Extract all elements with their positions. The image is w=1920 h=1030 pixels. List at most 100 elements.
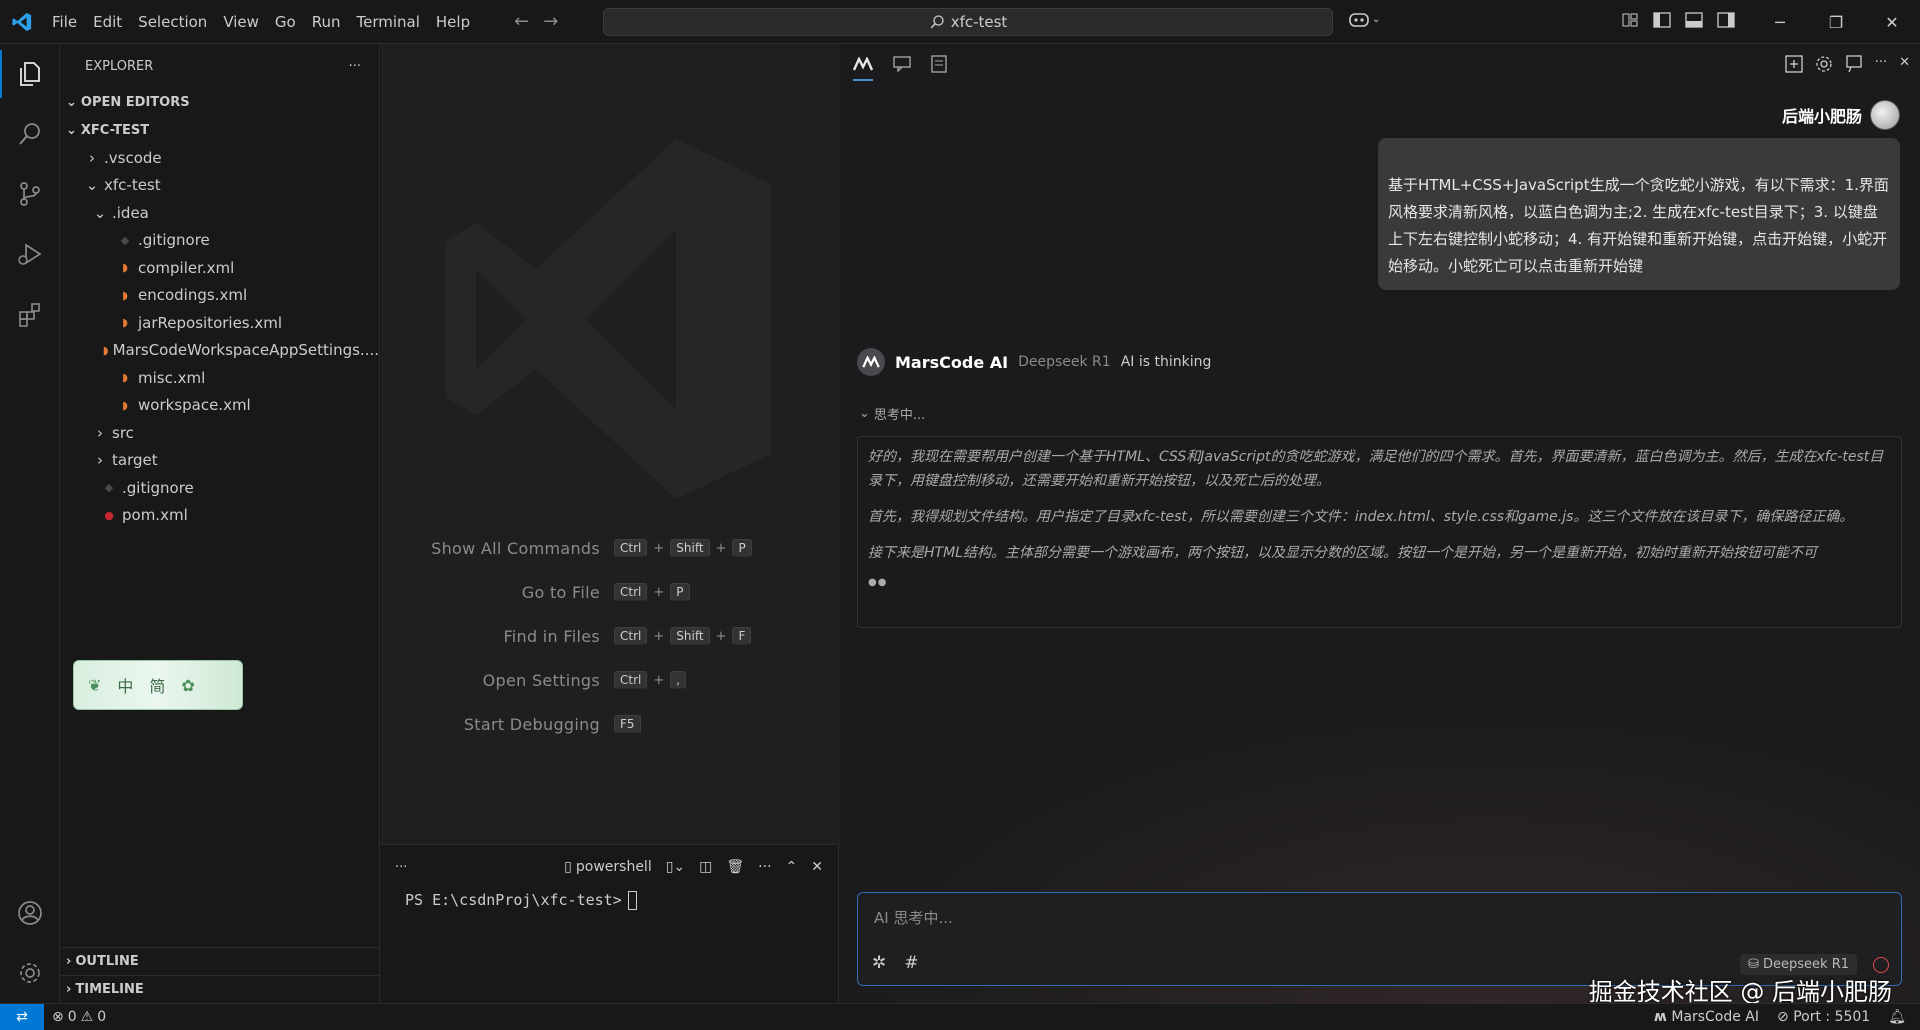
shortcut-label: Find in Files	[503, 626, 600, 646]
stop-generation-button[interactable]	[1873, 957, 1889, 973]
run-and-debug-icon[interactable]	[0, 224, 60, 284]
marscode-status[interactable]: ʍ MarsCode AI	[1654, 1009, 1759, 1025]
marscode-tab-icon[interactable]	[852, 56, 874, 81]
restore-icon[interactable]: ❐	[1808, 0, 1864, 44]
terminal-prompt-line[interactable]: PS E:\csdnProj\xfc-test>	[381, 891, 837, 910]
panel-more-icon[interactable]: ···	[395, 860, 407, 875]
avatar	[1870, 100, 1900, 130]
open-editors-section[interactable]: ⌄ OPEN EDITORS	[60, 88, 379, 116]
extensions-icon[interactable]	[0, 284, 60, 344]
shortcut-label: Open Settings	[482, 670, 600, 690]
menu-run[interactable]: Run	[304, 8, 349, 36]
split-terminal-icon[interactable]: ◫	[699, 859, 712, 875]
new-chat-icon[interactable]	[1785, 55, 1803, 77]
menu-selection[interactable]: Selection	[130, 8, 215, 36]
project-section[interactable]: ⌄ XFC-TEST	[60, 116, 379, 144]
tree-item[interactable]: ⌄ .idea	[60, 199, 379, 227]
ai-more-icon[interactable]: ···	[1875, 55, 1887, 77]
tree-item[interactable]: ◗ misc.xml	[60, 364, 379, 392]
tree-item[interactable]: ● pom.xml	[60, 502, 379, 530]
tree-item[interactable]: › .vscode	[60, 144, 379, 172]
problems-indicator[interactable]: ⊗ 0 ⚠ 0	[44, 1009, 106, 1025]
assistant-status: AI is thinking	[1120, 354, 1212, 370]
builder-tab-icon[interactable]	[931, 55, 947, 77]
thinking-toggle[interactable]: ⌄ 思考中...	[859, 404, 925, 423]
keybinding-key: ,	[670, 671, 687, 689]
tree-item[interactable]: ◆ .gitignore	[60, 227, 379, 255]
menu-edit[interactable]: Edit	[85, 8, 130, 36]
tree-item[interactable]: ◗ workspace.xml	[60, 392, 379, 420]
close-ai-panel-icon[interactable]: ✕	[1899, 55, 1910, 77]
terminal-shell-label[interactable]: powershell	[576, 859, 652, 875]
notifications-bell-icon[interactable]: 🔔︎	[1888, 1009, 1906, 1025]
shortcut-row[interactable]: Open Settings Ctrl +,	[381, 658, 837, 702]
minimize-icon[interactable]: ─	[1752, 0, 1808, 44]
kill-terminal-icon[interactable]: 🗑	[726, 859, 744, 875]
user-header: 后端小肥肠	[1782, 100, 1900, 130]
status-bar: ⇄ ⊗ 0 ⚠ 0 ʍ MarsCode AI ⊘ Port : 5501 🔔︎	[0, 1003, 1920, 1030]
tree-item[interactable]: › src	[60, 419, 379, 447]
remote-indicator-icon[interactable]: ⇄	[0, 1003, 44, 1030]
shortcut-row[interactable]: Go to File Ctrl + P	[381, 570, 837, 614]
menu-go[interactable]: Go	[267, 8, 304, 36]
command-center-search[interactable]: xfc-test	[603, 8, 1333, 36]
tree-item[interactable]: › target	[60, 447, 379, 475]
outline-section[interactable]: › OUTLINE	[60, 947, 380, 975]
search-icon[interactable]	[0, 104, 60, 164]
close-panel-icon[interactable]: ✕	[811, 859, 823, 875]
account-icon[interactable]	[0, 883, 60, 943]
chevron-down-icon: ⌄	[93, 203, 107, 222]
model-pill-label: Deepseek R1	[1763, 957, 1849, 972]
project-label: XFC-TEST	[80, 122, 150, 138]
toggle-secondary-sidebar-icon[interactable]	[1716, 10, 1736, 30]
customize-layout-icon[interactable]	[1620, 10, 1640, 30]
tree-item[interactable]: ⌄ xfc-test	[60, 172, 379, 200]
menu-terminal[interactable]: Terminal	[349, 8, 428, 36]
tree-item[interactable]: ◗ jarRepositories.xml	[60, 309, 379, 337]
tree-item[interactable]: ◆ .gitignore	[60, 474, 379, 502]
timeline-label: TIMELINE	[75, 982, 144, 997]
maximize-panel-icon[interactable]: ⌃	[786, 859, 798, 875]
timeline-section[interactable]: › TIMELINE	[60, 975, 380, 1003]
terminal-cursor	[627, 891, 637, 910]
shortcut-row[interactable]: Start Debugging F5	[381, 702, 837, 746]
history-icon[interactable]	[1845, 55, 1863, 77]
explorer-icon[interactable]	[0, 44, 60, 104]
hash-icon[interactable]: #	[904, 953, 918, 973]
warning-count: 0	[97, 1009, 107, 1025]
tree-item[interactable]: ◗ encodings.xml	[60, 282, 379, 310]
toggle-panel-icon[interactable]	[1684, 10, 1704, 30]
chat-tab-icon[interactable]	[893, 56, 911, 76]
menu-file[interactable]: File	[44, 8, 85, 36]
tree-item[interactable]: ◗ compiler.xml	[60, 254, 379, 282]
sparkle-icon[interactable]: ✲	[872, 953, 886, 973]
ai-settings-icon[interactable]	[1815, 55, 1833, 77]
explorer-sidebar: EXPLORER ··· ⌄ OPEN EDITORS ⌄ XFC-TEST ›…	[60, 44, 380, 1003]
panel-overflow-icon[interactable]: ···	[758, 859, 771, 875]
new-terminal-icon[interactable]: ▯⌄	[666, 859, 685, 875]
source-control-icon[interactable]	[0, 164, 60, 224]
menu-help[interactable]: Help	[428, 8, 478, 36]
copilot-button[interactable]: ⌄	[1348, 10, 1380, 28]
ime-char-jian: 简	[149, 677, 166, 696]
plus-sign: +	[653, 584, 665, 600]
tree-item[interactable]: ◗ MarsCodeWorkspaceAppSettings....	[60, 337, 379, 365]
close-window-icon[interactable]: ✕	[1864, 0, 1920, 44]
back-arrow-icon[interactable]: ←	[514, 11, 529, 32]
error-count: 0	[67, 1009, 77, 1025]
explorer-more-icon[interactable]: ···	[349, 59, 361, 74]
tree-item-label: workspace.xml	[138, 396, 251, 415]
menu-view[interactable]: View	[215, 8, 267, 36]
settings-gear-icon[interactable]	[0, 943, 60, 1003]
forward-arrow-icon[interactable]: →	[543, 11, 558, 32]
chevron-right-icon: ›	[66, 954, 72, 969]
plus-sign: +	[653, 672, 665, 688]
open-editors-label: OPEN EDITORS	[80, 94, 190, 110]
thinking-paragraph: 接下来是HTML结构。主体部分需要一个游戏画布，两个按钮，以及显示分数的区域。按…	[868, 545, 1817, 561]
toggle-primary-sidebar-icon[interactable]	[1652, 10, 1672, 30]
assistant-name: MarsCode AI	[895, 352, 1009, 372]
shortcut-row[interactable]: Show All Commands Ctrl + Shift + P	[381, 526, 837, 570]
live-server-port[interactable]: ⊘ Port : 5501	[1777, 1009, 1870, 1025]
typing-indicator: ●●	[868, 577, 888, 588]
shortcut-row[interactable]: Find in Files Ctrl + Shift + F	[381, 614, 837, 658]
